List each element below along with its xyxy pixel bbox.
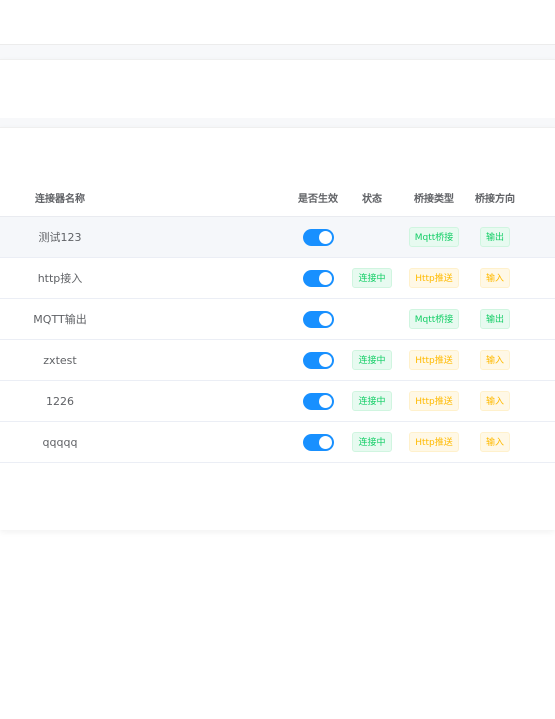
table-row[interactable]: 1226 连接中 Http推送 输入	[0, 381, 555, 422]
cell-status: 连接中	[348, 258, 396, 298]
status-badge: 连接中	[352, 432, 392, 452]
filter-panel	[0, 59, 555, 118]
cell-bridge-type: Http推送	[405, 258, 463, 298]
table-body: 测试123 Mqtt桥接 输出 http接入 连接中 Http推送 输入 MQTT输出 Mqtt…	[0, 217, 555, 463]
cell-bridge-type: Http推送	[405, 340, 463, 380]
cell-status	[348, 217, 396, 257]
top-panel	[0, 0, 555, 45]
connector-name: zxtest	[43, 353, 77, 367]
cell-bridge-direction: 输入	[470, 340, 520, 380]
section-gap	[0, 45, 555, 59]
cell-enabled	[288, 217, 348, 257]
cell-status: 连接中	[348, 381, 396, 421]
cell-bridge-direction: 输入	[470, 381, 520, 421]
cell-bridge-direction: 输入	[470, 258, 520, 298]
enabled-toggle[interactable]	[302, 433, 334, 451]
cell-bridge-direction: 输入	[470, 422, 520, 462]
cell-enabled	[288, 422, 348, 462]
table-row[interactable]: http接入 连接中 Http推送 输入	[0, 258, 555, 299]
bridge-type-badge: Http推送	[409, 432, 459, 452]
enabled-toggle[interactable]	[302, 351, 334, 369]
cell-bridge-type: Http推送	[405, 422, 463, 462]
cell-connector-name: qqqqq	[0, 422, 120, 462]
connector-name: 测试123	[38, 231, 82, 244]
toggle-knob	[318, 230, 332, 244]
cell-bridge-type: Mqtt桥接	[405, 217, 463, 257]
bridge-type-badge: Http推送	[409, 391, 459, 411]
cell-enabled	[288, 381, 348, 421]
enabled-toggle[interactable]	[302, 228, 334, 246]
enabled-toggle[interactable]	[302, 392, 334, 410]
status-badge: 连接中	[352, 350, 392, 370]
table-row[interactable]: qqqqq 连接中 Http推送 输入	[0, 422, 555, 463]
cell-enabled	[288, 258, 348, 298]
cell-connector-name: MQTT输出	[0, 299, 120, 339]
header-enabled[interactable]: 是否生效	[288, 183, 348, 216]
status-badge: 连接中	[352, 391, 392, 411]
connector-name: qqqqq	[42, 435, 78, 449]
bridge-type-badge: Mqtt桥接	[408, 309, 460, 329]
header-status[interactable]: 状态	[348, 183, 396, 216]
enabled-toggle[interactable]	[302, 310, 334, 328]
section-gap	[0, 118, 555, 127]
cell-bridge-direction: 输出	[470, 217, 520, 257]
table-row[interactable]: 测试123 Mqtt桥接 输出	[0, 217, 555, 258]
bridge-type-badge: Http推送	[409, 350, 459, 370]
connector-name: MQTT输出	[33, 313, 87, 326]
connector-table-panel: 连接器名称 是否生效 状态 桥接类型 桥接方向 测试123 Mqtt桥接 输出 htt…	[0, 127, 555, 530]
bridge-direction-badge: 输入	[479, 268, 510, 288]
cell-connector-name: 测试123	[0, 217, 120, 257]
table-row[interactable]: MQTT输出 Mqtt桥接 输出	[0, 299, 555, 340]
bridge-direction-badge: 输入	[479, 432, 510, 452]
header-bridge-type[interactable]: 桥接类型	[405, 183, 463, 216]
toggle-knob	[318, 353, 332, 367]
bridge-direction-badge: 输入	[479, 350, 510, 370]
table-row[interactable]: zxtest 连接中 Http推送 输入	[0, 340, 555, 381]
cell-bridge-type: Http推送	[405, 381, 463, 421]
connector-table: 连接器名称 是否生效 状态 桥接类型 桥接方向 测试123 Mqtt桥接 输出 htt…	[0, 183, 555, 463]
bridge-direction-badge: 输出	[479, 227, 510, 247]
header-connector-name[interactable]: 连接器名称	[0, 183, 120, 216]
bridge-type-badge: Http推送	[409, 268, 459, 288]
connector-name: 1226	[46, 394, 74, 408]
cell-status	[348, 299, 396, 339]
cell-connector-name: zxtest	[0, 340, 120, 380]
bridge-direction-badge: 输出	[479, 309, 510, 329]
bridge-type-badge: Mqtt桥接	[408, 227, 460, 247]
toggle-knob	[318, 394, 332, 408]
cell-enabled	[288, 299, 348, 339]
cell-enabled	[288, 340, 348, 380]
toggle-knob	[318, 271, 332, 285]
cell-connector-name: 1226	[0, 381, 120, 421]
enabled-toggle[interactable]	[302, 269, 334, 287]
cell-status: 连接中	[348, 422, 396, 462]
cell-connector-name: http接入	[0, 258, 120, 298]
bridge-direction-badge: 输入	[479, 391, 510, 411]
connector-name: http接入	[37, 272, 83, 285]
cell-bridge-type: Mqtt桥接	[405, 299, 463, 339]
toggle-knob	[318, 312, 332, 326]
status-badge: 连接中	[352, 268, 392, 288]
header-bridge-direction[interactable]: 桥接方向	[470, 183, 520, 216]
cell-bridge-direction: 输出	[470, 299, 520, 339]
toggle-knob	[318, 435, 332, 449]
page-canvas: 连接器名称 是否生效 状态 桥接类型 桥接方向 测试123 Mqtt桥接 输出 htt…	[0, 0, 555, 719]
cell-status: 连接中	[348, 340, 396, 380]
table-header: 连接器名称 是否生效 状态 桥接类型 桥接方向	[0, 183, 555, 217]
